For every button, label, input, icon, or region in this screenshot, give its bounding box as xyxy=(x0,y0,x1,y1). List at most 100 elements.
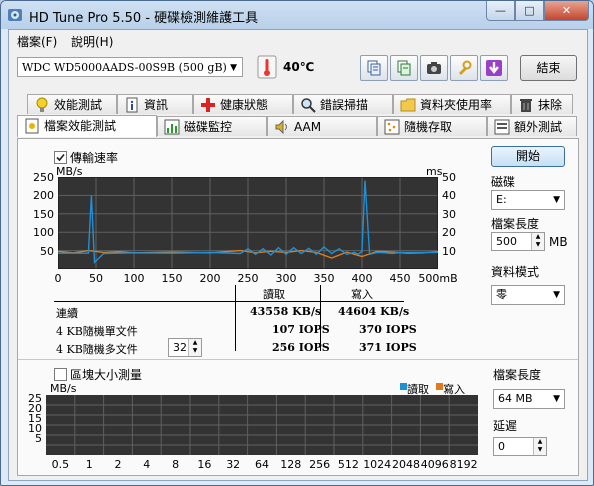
chevron-down-icon: ▼ xyxy=(553,290,560,300)
trash-icon xyxy=(520,99,532,112)
options-icon xyxy=(459,60,472,75)
disk-select[interactable]: E: ▼ xyxy=(491,190,565,210)
screenshot-button[interactable] xyxy=(420,55,448,81)
tab-file-benchmark[interactable]: 檔案效能測試 xyxy=(17,115,157,137)
title-bar[interactable]: HD Tune Pro 5.50 - 硬碟檢測維護工具 — □ ✕ xyxy=(1,1,593,29)
menu-file[interactable]: 檔案(F) xyxy=(17,33,57,50)
tab-error-scan[interactable]: 錯誤掃描 xyxy=(293,94,393,114)
app-logo-icon xyxy=(8,9,22,21)
tab-disk-monitor[interactable]: 磁碟監控 xyxy=(157,116,267,136)
queue-depth-stepper[interactable]: 32 ▲ ▼ xyxy=(168,338,202,357)
app-window: HD Tune Pro 5.50 - 硬碟檢測維護工具 — □ ✕ 檔案(F) … xyxy=(0,0,594,486)
col-read-header: 讀取 xyxy=(263,288,285,301)
tab-extra-tests-label: 額外測試 xyxy=(514,120,563,134)
file-benchmark-panel: 傳輸速率 MB/s ms 250 200 150 100 50 50 40 30 20 10 0… xyxy=(17,138,579,476)
tab-folder-usage[interactable]: 資料夾使用率 xyxy=(393,94,511,114)
section-divider xyxy=(18,359,578,360)
x-tick: 300 xyxy=(275,272,297,285)
exit-button[interactable]: 結束 xyxy=(520,55,577,81)
copy-info-button[interactable] xyxy=(390,55,418,81)
delay-label: 延遲 xyxy=(493,419,518,433)
tab-random-access-label: 隨機存取 xyxy=(404,120,453,134)
stepper-arrows-icon[interactable]: ▲ ▼ xyxy=(533,438,546,455)
row-4k-multi-label: 4 KB隨機多文件 xyxy=(56,343,138,356)
x-tick: 200 xyxy=(199,272,221,285)
tab-row-top: 效能測試 資訊 健康狀態 錯誤掃描 資料夾使用率 抹除 xyxy=(17,94,577,115)
toolbar: WDC WD5000AADS-00S9B (500 gB) ▼ 40℃ 結束 xyxy=(9,52,587,86)
start-button[interactable]: 開始 xyxy=(491,146,565,167)
tab-aam[interactable]: AAM xyxy=(267,116,377,136)
tab-health-label: 健康狀態 xyxy=(220,98,269,112)
tab-health[interactable]: 健康狀態 xyxy=(193,94,293,114)
copy-text-button[interactable] xyxy=(360,55,388,81)
transfer-rate-checkbox[interactable] xyxy=(54,151,67,164)
queue-depth-value: 32 xyxy=(173,341,187,354)
minimize-button[interactable]: — xyxy=(486,1,515,21)
tab-erase-label: 抹除 xyxy=(538,98,563,112)
menu-help[interactable]: 說明(H) xyxy=(71,33,113,50)
x-tick: 450 xyxy=(389,272,411,285)
x-tick: 250 xyxy=(237,272,259,285)
file-length-unit: MB xyxy=(549,235,568,249)
block-size-label: 區塊大小測量 xyxy=(70,368,143,382)
tab-benchmark[interactable]: 效能測試 xyxy=(27,94,117,114)
save-button[interactable] xyxy=(480,55,508,81)
block-file-length-value: 64 MB xyxy=(498,392,533,405)
drive-selector[interactable]: WDC WD5000AADS-00S9B (500 gB) ▼ xyxy=(17,57,243,77)
y-right-tick: 40 xyxy=(442,189,456,203)
stepper-arrows-icon[interactable]: ▲ ▼ xyxy=(531,233,544,250)
y-right-tick: 30 xyxy=(442,207,456,221)
copy-text-icon xyxy=(367,60,381,76)
block-file-length-select[interactable]: 64 MB ▼ xyxy=(493,389,565,409)
client-area: 檔案(F) 說明(H) WDC WD5000AADS-00S9B (500 gB… xyxy=(8,29,588,481)
tab-extra-tests[interactable]: 額外測試 xyxy=(487,116,577,136)
y-right-tick: 20 xyxy=(442,226,456,240)
extra-tests-icon xyxy=(494,119,510,135)
row-sequential-write: 44604 KB/s xyxy=(338,305,410,318)
tab-info[interactable]: 資訊 xyxy=(117,94,193,114)
transfer-rate-label: 傳輸速率 xyxy=(70,151,119,165)
tab-random-access[interactable]: 隨機存取 xyxy=(377,116,487,136)
chevron-down-icon: ▼ xyxy=(553,195,560,205)
y-left-tick: 50 xyxy=(40,244,54,258)
row-4k-multi-read: 256 IOPS xyxy=(272,341,330,354)
close-button[interactable]: ✕ xyxy=(544,1,589,21)
stepper-arrows-icon[interactable]: ▲ ▼ xyxy=(188,339,201,356)
x-tick: 0 xyxy=(54,272,62,285)
col-write-header: 寫入 xyxy=(351,288,373,301)
row-sequential-label: 連續 xyxy=(56,307,78,320)
row-4k-single-write: 370 IOPS xyxy=(359,323,417,336)
health-cross-icon xyxy=(201,98,215,112)
delay-stepper[interactable]: 0 ▲ ▼ xyxy=(493,437,547,456)
x-tick: 100 xyxy=(123,272,145,285)
block-size-checkbox[interactable] xyxy=(54,368,67,381)
options-button[interactable] xyxy=(450,55,478,81)
block-y-tick: 5 xyxy=(35,432,42,445)
maximize-button[interactable]: □ xyxy=(515,1,544,21)
tab-benchmark-label: 效能測試 xyxy=(54,98,103,112)
file-length-stepper[interactable]: 500 ▲ ▼ xyxy=(491,232,545,251)
drive-selector-value: WDC WD5000AADS-00S9B (500 gB) xyxy=(22,61,227,74)
y-left-tick: 150 xyxy=(33,207,54,221)
y-left-tick: 200 xyxy=(33,189,54,203)
tab-erase[interactable]: 抹除 xyxy=(511,94,573,114)
row-4k-single-read: 107 IOPS xyxy=(272,323,330,336)
disk-select-value: E: xyxy=(496,193,507,206)
x-tick: 50 xyxy=(89,272,103,285)
x-tick: 500mB xyxy=(418,272,458,285)
block-x-tick: 8192 xyxy=(449,458,478,471)
file-benchmark-icon xyxy=(25,118,39,134)
y-left-tick: 100 xyxy=(33,226,54,240)
bulb-icon xyxy=(36,97,48,112)
copy-info-icon xyxy=(397,60,411,76)
y-right-tick: 10 xyxy=(442,244,456,258)
window-title: HD Tune Pro 5.50 - 硬碟檢測維護工具 xyxy=(29,11,259,26)
data-mode-label: 資料模式 xyxy=(491,265,540,279)
legend-read-swatch xyxy=(400,383,407,390)
data-mode-select[interactable]: 零 ▼ xyxy=(491,285,565,305)
block-unit: MB/s xyxy=(50,382,77,395)
folder-icon xyxy=(400,98,416,112)
chevron-down-icon: ▼ xyxy=(230,63,237,73)
scan-magnifier-icon xyxy=(301,98,316,113)
table-divider-1 xyxy=(235,285,236,351)
